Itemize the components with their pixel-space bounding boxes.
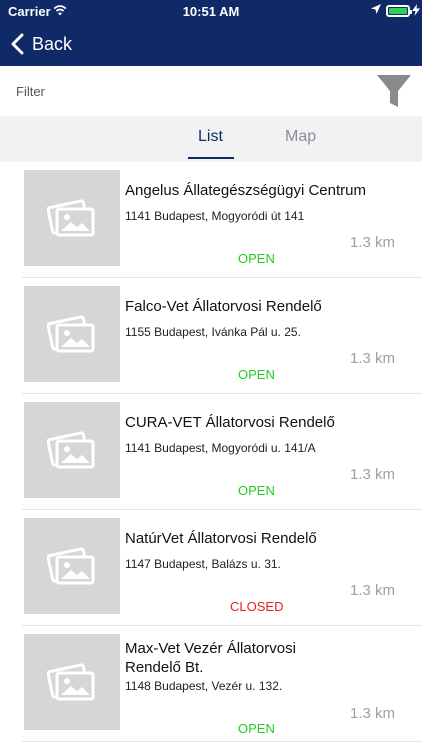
clinic-distance: 1.3 km [350,466,396,483]
clinic-address: 1155 Budapest, Ivánka Pál u. 25. [125,325,301,339]
clinic-address: 1147 Budapest, Balázs u. 31. [125,557,281,571]
clinic-name: Falco-Vet Állatorvosi Rendelő [125,298,322,315]
clock: 10:51 AM [182,4,240,19]
location-arrow-icon [371,4,381,14]
clinic-distance: 1.3 km [350,234,396,251]
clinic-address: 1148 Budapest, Vezér u. 132. [125,679,283,693]
view-segmented-control: List Map [0,116,422,162]
status-badge: OPEN [238,251,275,266]
clinic-address: 1141 Budapest, Mogyoródi út 141 [125,209,305,223]
clinic-address: 1141 Budapest, Mogyoródi u. 141/A [125,441,316,455]
charging-bolt-icon [412,4,420,16]
clinic-distance: 1.3 km [350,582,396,599]
clinic-name: Max-Vet Vezér Állatorvosi Rendelő Bt. [125,640,296,676]
placeholder-image [24,402,120,498]
placeholder-image [24,286,120,382]
tab-map[interactable]: Map [285,128,316,146]
list-item[interactable]: NatúrVet Állatorvosi Rendelő 1147 Budape… [22,510,422,626]
status-badge: OPEN [238,367,275,382]
chevron-left-icon [11,33,24,55]
placeholder-image [24,518,120,614]
funnel-filter-icon[interactable] [376,73,412,109]
clinic-name: CURA-VET Állatorvosi Rendelő [125,414,335,431]
status-badge: CLOSED [230,599,284,614]
list-item[interactable]: Angelus Állategészségügyi Centrum 1141 B… [22,162,422,278]
list-item[interactable]: Falco-Vet Állatorvosi Rendelő 1155 Budap… [22,278,422,394]
filter-input[interactable] [0,66,370,116]
placeholder-image [24,634,120,730]
filter-bar [0,66,422,116]
app-header: Carrier 10:51 AM Back [0,0,422,66]
selected-tab-indicator [188,157,234,159]
image-placeholder-icon [47,663,95,701]
clinic-distance: 1.3 km [350,705,396,722]
clinic-name: Angelus Állategészségügyi Centrum [125,182,366,199]
status-badge: OPEN [238,721,275,736]
list-item[interactable]: Max-Vet Vezér Állatorvosi Rendelő Bt. 11… [22,626,422,742]
image-placeholder-icon [47,547,95,585]
clinic-distance: 1.3 km [350,350,396,367]
clinic-name: NatúrVet Állatorvosi Rendelő [125,530,317,547]
battery-icon [386,5,412,17]
back-label: Back [32,33,73,54]
placeholder-image [24,170,120,266]
list-item[interactable]: CURA-VET Állatorvosi Rendelő 1141 Budape… [22,394,422,510]
clinic-list: Angelus Állategészségügyi Centrum 1141 B… [22,162,422,742]
status-bar: Carrier 10:51 AM [0,0,422,22]
tab-list[interactable]: List [198,128,223,146]
image-placeholder-icon [47,199,95,237]
image-placeholder-icon [47,315,95,353]
status-badge: OPEN [238,483,275,498]
image-placeholder-icon [47,431,95,469]
back-button[interactable]: Back [10,31,72,57]
